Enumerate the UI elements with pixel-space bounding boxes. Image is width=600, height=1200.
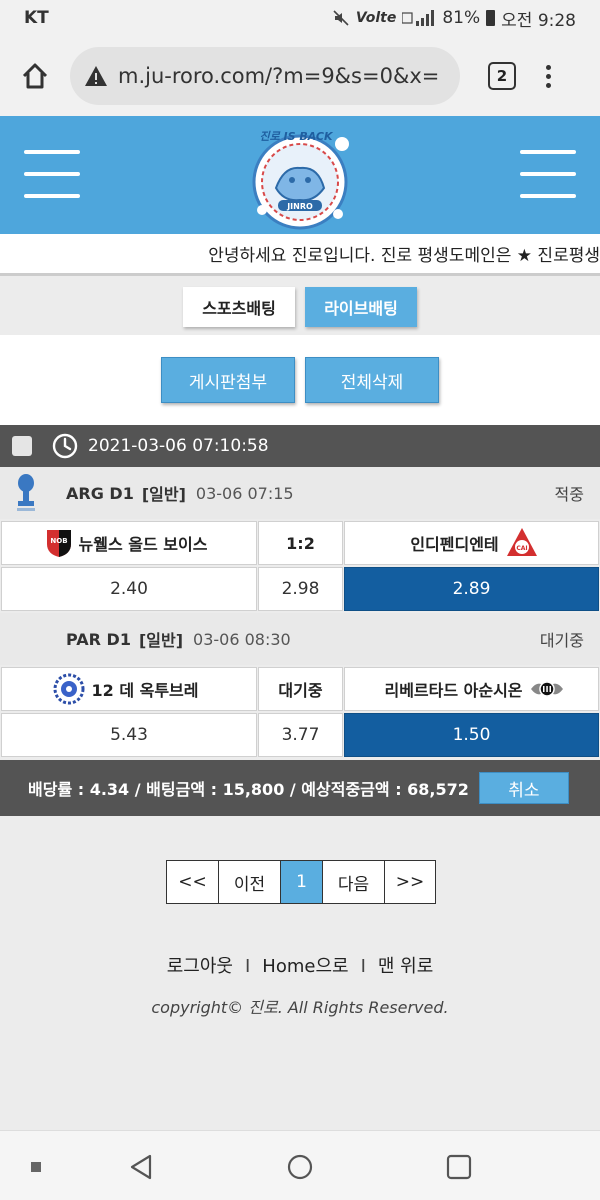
footer-separator: I [360,956,366,977]
home-icon [22,63,48,89]
away-odd-button[interactable]: 2.89 [344,567,599,611]
bet-kind: [일반] [141,485,186,504]
home-team-cell: NOB 뉴웰스 올드 보이스 [1,521,257,565]
prev-page-button[interactable]: 이전 [219,861,281,903]
match-info-row: ARG D1 [일반] 03-06 07:15 적중 [0,467,600,519]
delete-all-button[interactable]: 전체삭제 [305,357,439,403]
left-menu-button[interactable] [24,146,80,202]
newells-badge-icon: NOB [46,530,71,557]
menu-dot-icon [546,64,551,70]
url-text: m.ju-roro.com/?m=9&s=0&x= [118,64,440,88]
first-page-button[interactable]: << [167,861,219,903]
bet-type-tabs: 스포츠배팅 라이브배팅 [0,279,600,335]
select-checkbox[interactable] [12,436,32,456]
draw-odd-button[interactable]: 2.98 [258,567,343,611]
match-status: 적중 [554,485,584,504]
match-status: 대기중 [539,631,584,650]
home-team-name: 뉴웰스 올드 보이스 [78,535,208,554]
address-bar[interactable]: m.ju-roro.com/?m=9&s=0&x= [70,47,460,105]
octubre-badge-icon [53,673,85,705]
site-header: JINRO 진로 IS BACK [0,116,600,234]
bet-summary-text: 배당률 : 4.34 / 배팅금액 : 15,800 / 예상적중금액 : 68… [28,780,469,799]
hamburger-line [24,150,80,154]
logo-text: JINRO [286,202,313,211]
notice-text: 안녕하세요 진로입니다. 진로 평생도메인은 ★ 진로평생 [208,246,600,266]
home-odd-button[interactable]: 2.40 [1,567,257,611]
action-buttons: 게시판첨부 전체삭제 [0,335,600,425]
hamburger-line [24,194,80,198]
battery-icon [486,10,496,26]
volte-label: Volte [355,10,397,26]
status-bar: KT Volte 81% 오전 9:28 [0,0,600,36]
home-circle-icon[interactable] [286,1153,314,1181]
scroll-top-link[interactable]: 맨 위로 [378,956,433,977]
browser-toolbar: m.ju-roro.com/?m=9&s=0&x= 2 [0,36,600,116]
away-team-name: 리베르타드 아순시온 [384,681,523,700]
away-team-cell: 리베르타드 아순시온 [344,667,599,711]
score-cell: 대기중 [258,667,343,711]
match-time: 03-06 07:15 [195,483,294,503]
cancel-bet-button[interactable]: 취소 [478,772,569,804]
draw-odd-button[interactable]: 3.77 [258,713,343,757]
current-page-button[interactable]: 1 [281,861,323,903]
system-nav-bar [0,1130,600,1200]
score-cell: 1:2 [258,521,343,565]
copyright-text: copyright© 진로. All Rights Reserved. [151,998,449,1017]
league-name: ARG D1 [66,483,134,503]
logout-link[interactable]: 로그아웃 [167,956,233,977]
notice-marquee: 안녕하세요 진로입니다. 진로 평생도메인은 ★ 진로평생 [0,234,600,276]
home-link[interactable]: Home으로 [262,956,348,977]
hamburger-line [520,150,576,154]
overview-icon[interactable] [446,1153,472,1181]
browser-menu-button[interactable] [546,64,551,88]
pagination: << 이전 1 다음 >> [166,860,436,904]
footer-links: 로그아웃 I Home으로 I 맨 위로 [0,952,600,978]
hamburger-line [520,194,576,198]
away-team-cell: 인디펜디엔테 CAI [344,521,599,565]
home-team-name: 12 데 옥투브레 [91,681,199,700]
carrier-label: KT [24,8,49,28]
status-icons: Volte 81% 오전 9:28 [332,6,576,31]
attach-to-board-button[interactable]: 게시판첨부 [161,357,295,403]
battery-percent: 81% [442,8,481,28]
away-team-name: 인디펜디엔테 [410,535,499,554]
signal-icon [402,10,435,26]
last-page-button[interactable]: >> [385,861,435,903]
away-odd-button[interactable]: 1.50 [344,713,599,757]
home-button[interactable] [0,36,70,116]
independiente-badge-icon: CAI [506,528,537,556]
clock-time: 오전 9:28 [501,10,576,31]
league-cup-icon [17,474,35,511]
away-badge-text: CAI [516,545,527,552]
right-menu-button[interactable] [520,146,576,202]
bet-summary-bar: 배당률 : 4.34 / 배팅금액 : 15,800 / 예상적중금액 : 68… [0,760,600,816]
warning-icon [85,66,107,86]
home-odd-button[interactable]: 5.43 [1,713,257,757]
league-name: PAR D1 [66,629,131,649]
bet-slip-header: 2021-03-06 07:10:58 [0,425,600,467]
menu-dot-icon [546,82,551,88]
next-page-button[interactable]: 다음 [323,861,385,903]
hamburger-line [520,172,576,176]
match-time: 03-06 08:30 [193,629,291,649]
logo-tagline: 진로 IS BACK [259,130,334,143]
tab-sports-betting[interactable]: 스포츠배팅 [183,287,295,327]
tab-live-betting[interactable]: 라이브배팅 [305,287,417,327]
match-info-row: PAR D1 [일반] 03-06 08:30 대기중 [0,613,600,665]
recents-dot-icon[interactable] [30,1161,42,1173]
mute-icon [333,10,349,26]
bet-datetime: 2021-03-06 07:10:58 [88,436,269,456]
hamburger-line [24,172,80,176]
bet-kind: [일반] [138,631,184,650]
back-icon[interactable] [128,1153,154,1181]
home-badge-text: NOB [50,537,67,545]
tab-switcher-button[interactable]: 2 [488,62,516,90]
clock-icon [52,433,78,459]
footer-separator: I [244,956,251,977]
jinro-logo[interactable]: JINRO 진로 IS BACK [238,122,362,232]
menu-dot-icon [546,73,551,79]
home-team-cell: 12 데 옥투브레 [1,667,257,711]
libertad-badge-icon [530,681,563,697]
